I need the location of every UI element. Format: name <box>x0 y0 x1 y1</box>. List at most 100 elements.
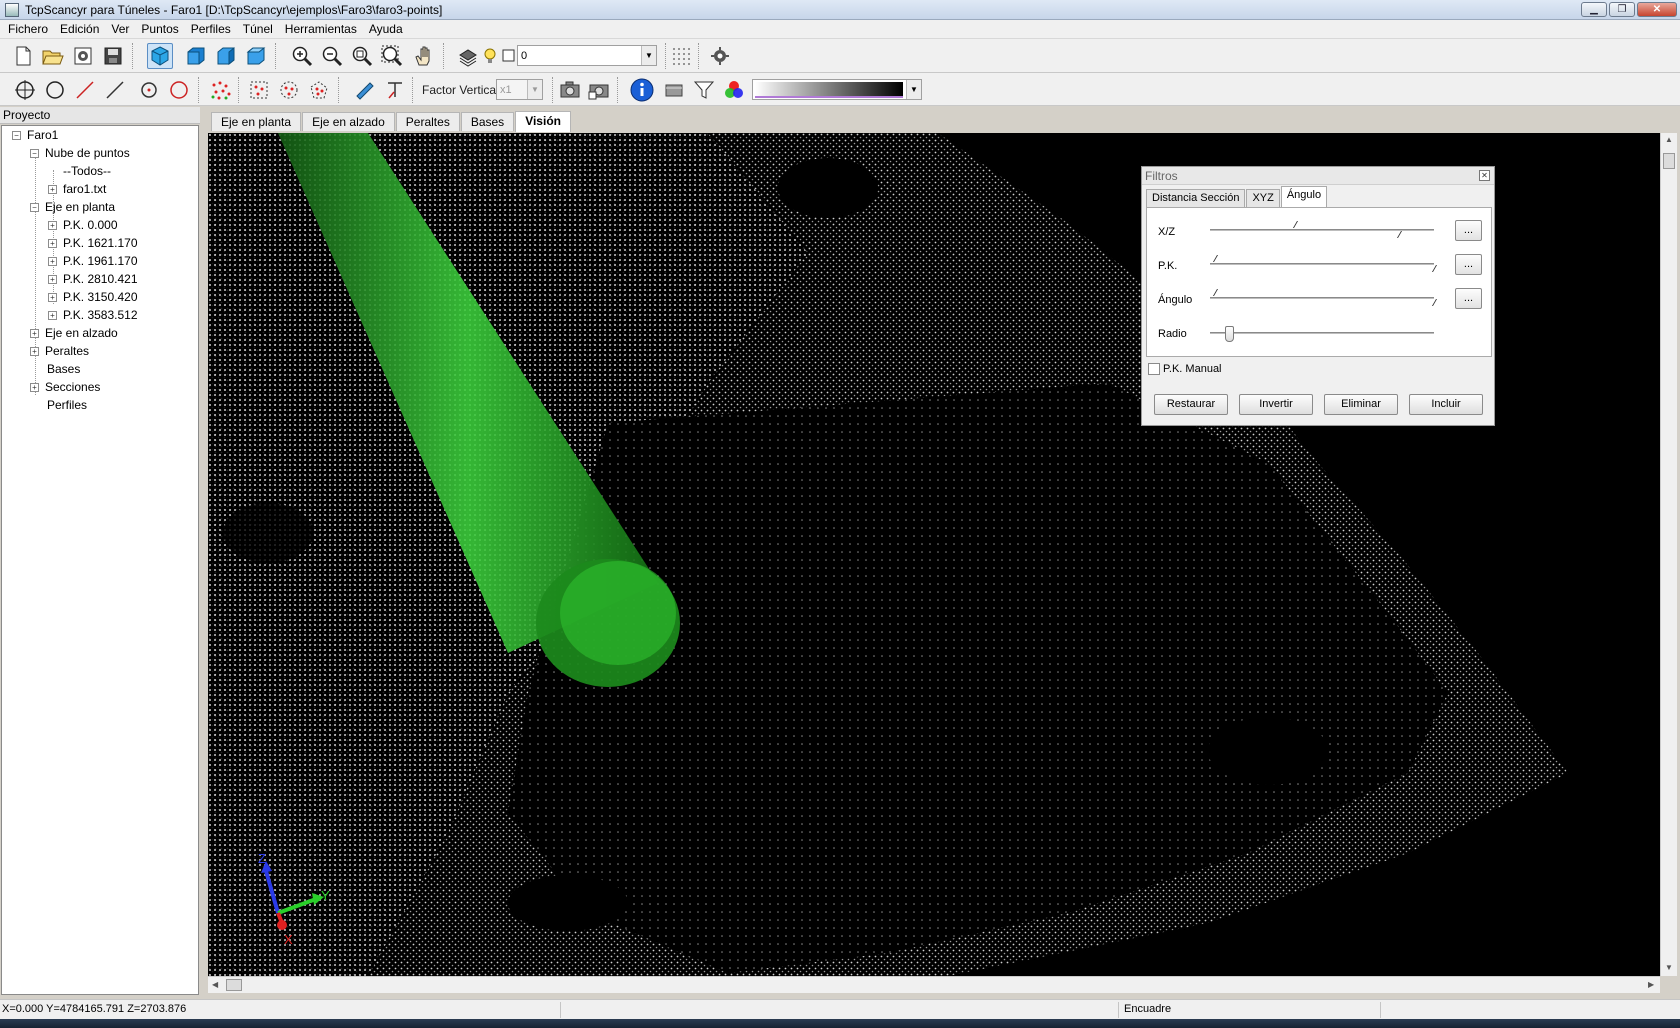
layers-button[interactable] <box>455 43 481 69</box>
tab-vision[interactable]: Visión <box>515 111 571 132</box>
scroll-left-icon[interactable]: ◀ <box>212 980 218 989</box>
menu-herramientas[interactable]: Herramientas <box>279 22 363 36</box>
view-front-button[interactable] <box>183 43 209 69</box>
invertir-button[interactable]: Invertir <box>1239 394 1313 415</box>
chevron-down-icon[interactable]: ▼ <box>906 80 921 99</box>
save-button[interactable] <box>100 43 126 69</box>
collapse-icon[interactable]: − <box>30 202 39 212</box>
close-button[interactable]: ✕ <box>1637 2 1677 17</box>
point-cloud-button[interactable] <box>208 77 234 103</box>
tree-node-eje-planta[interactable]: − Eje en planta <box>30 198 115 216</box>
factor-vertical-combo[interactable]: x1 ▼ <box>496 79 543 100</box>
crosshair-button[interactable] <box>12 77 38 103</box>
tree-node-pk[interactable]: + P.K. 3150.420 <box>48 288 138 306</box>
select-circle-button[interactable] <box>276 77 302 103</box>
tree-node-bases[interactable]: Bases <box>47 360 80 378</box>
zoom-out-button[interactable] <box>319 43 345 69</box>
tab-bases[interactable]: Bases <box>460 112 515 131</box>
xz-slider-min-handle[interactable] <box>1292 221 1301 228</box>
snap-settings-button[interactable] <box>707 43 733 69</box>
line-red-button[interactable] <box>72 77 98 103</box>
menu-perfiles[interactable]: Perfiles <box>185 22 237 36</box>
expand-icon[interactable]: + <box>48 274 57 284</box>
pk-manual-checkbox[interactable] <box>1148 363 1160 375</box>
pk-slider-min-handle[interactable] <box>1212 255 1221 262</box>
expand-icon[interactable]: + <box>48 310 57 320</box>
menu-ver[interactable]: Ver <box>105 22 135 36</box>
open-folder-button[interactable] <box>40 43 66 69</box>
expand-icon[interactable]: + <box>30 382 39 392</box>
menu-fichero[interactable]: Fichero <box>2 22 54 36</box>
tab-eje-planta[interactable]: Eje en planta <box>211 112 302 131</box>
tree-node-pk[interactable]: + P.K. 0.000 <box>48 216 118 234</box>
color-ramp-combo[interactable]: ▼ <box>752 79 922 100</box>
layer-state-icons[interactable] <box>482 43 518 69</box>
zoom-extents-button[interactable] <box>379 43 405 69</box>
camera-export-button[interactable] <box>586 77 612 103</box>
tree-node-pk[interactable]: + P.K. 1621.170 <box>48 234 138 252</box>
expand-icon[interactable]: + <box>48 292 57 302</box>
tree-node-perfiles[interactable]: Perfiles <box>47 396 87 414</box>
measure-button[interactable] <box>352 77 378 103</box>
eliminar-button[interactable]: Eliminar <box>1324 394 1398 415</box>
horizontal-scroll-thumb[interactable] <box>226 979 242 991</box>
chevron-down-icon[interactable]: ▼ <box>527 80 542 99</box>
select-polygon-button[interactable] <box>306 77 332 103</box>
expand-icon[interactable]: + <box>30 346 39 356</box>
collapse-icon[interactable]: − <box>30 148 39 158</box>
settings-file-button[interactable] <box>70 43 96 69</box>
pk-slider-max-handle[interactable] <box>1431 265 1440 272</box>
tree-node-nube[interactable]: − Nube de puntos <box>30 144 130 162</box>
view-top-button[interactable] <box>243 43 269 69</box>
minimize-button[interactable]: ▁ <box>1581 2 1607 17</box>
profile-tool-button[interactable] <box>382 77 408 103</box>
scroll-down-icon[interactable]: ▼ <box>1665 963 1673 972</box>
panel-button[interactable] <box>661 77 687 103</box>
angulo-slider-max-handle[interactable] <box>1431 299 1440 306</box>
tab-angulo[interactable]: Ángulo <box>1280 186 1328 207</box>
tree-node-peraltes[interactable]: + Peraltes <box>30 342 89 360</box>
chevron-down-icon[interactable]: ▼ <box>641 46 656 65</box>
view-side-button[interactable] <box>213 43 239 69</box>
menu-puntos[interactable]: Puntos <box>135 22 184 36</box>
center-circle-button[interactable] <box>136 77 162 103</box>
pk-slider-track[interactable] <box>1210 263 1434 265</box>
tree-node-eje-alzado[interactable]: + Eje en alzado <box>30 324 118 342</box>
expand-icon[interactable]: + <box>48 256 57 266</box>
filter-button[interactable] <box>691 77 717 103</box>
angulo-ellipsis-button[interactable]: ... <box>1455 288 1482 309</box>
tab-peraltes[interactable]: Peraltes <box>395 112 460 131</box>
circle-button[interactable] <box>42 77 68 103</box>
expand-icon[interactable]: + <box>48 184 57 194</box>
xz-slider-max-handle[interactable] <box>1396 231 1405 238</box>
angulo-slider-track[interactable] <box>1210 297 1434 299</box>
tree-node-secciones[interactable]: + Secciones <box>30 378 100 396</box>
incluir-button[interactable]: Incluir <box>1409 394 1483 415</box>
zoom-in-button[interactable] <box>289 43 315 69</box>
tree-node-pk[interactable]: + P.K. 1961.170 <box>48 252 138 270</box>
tree-node-pk[interactable]: + P.K. 3583.512 <box>48 306 138 324</box>
tab-eje-alzado[interactable]: Eje en alzado <box>302 112 395 131</box>
restaurar-button[interactable]: Restaurar <box>1154 394 1228 415</box>
pk-ellipsis-button[interactable]: ... <box>1455 254 1482 275</box>
layer-combo[interactable]: 0 ▼ <box>517 45 657 66</box>
menu-ayuda[interactable]: Ayuda <box>363 22 409 36</box>
pan-button[interactable] <box>411 43 437 69</box>
xz-ellipsis-button[interactable]: ... <box>1455 220 1482 241</box>
color-mode-button[interactable] <box>721 77 747 103</box>
horizontal-scrollbar[interactable]: ◀ ▶ <box>208 976 1660 993</box>
tab-distancia-seccion[interactable]: Distancia Sección <box>1146 189 1246 207</box>
tree-node-faro-txt[interactable]: + faro1.txt <box>48 180 106 198</box>
menu-tunel[interactable]: Túnel <box>237 22 279 36</box>
expand-icon[interactable]: + <box>48 238 57 248</box>
zoom-window-button[interactable] <box>349 43 375 69</box>
circle-red-button[interactable] <box>166 77 192 103</box>
tab-xyz[interactable]: XYZ <box>1246 189 1280 207</box>
scroll-right-icon[interactable]: ▶ <box>1648 980 1654 989</box>
pk-manual-row[interactable]: P.K. Manual <box>1148 363 1222 375</box>
info-button[interactable] <box>629 77 655 103</box>
tree-node-faro1[interactable]: − Faro1 <box>12 126 58 144</box>
tree-node-pk[interactable]: + P.K. 2810.421 <box>48 270 138 288</box>
expand-icon[interactable]: + <box>30 328 39 338</box>
restore-button[interactable]: ❐ <box>1609 2 1635 17</box>
